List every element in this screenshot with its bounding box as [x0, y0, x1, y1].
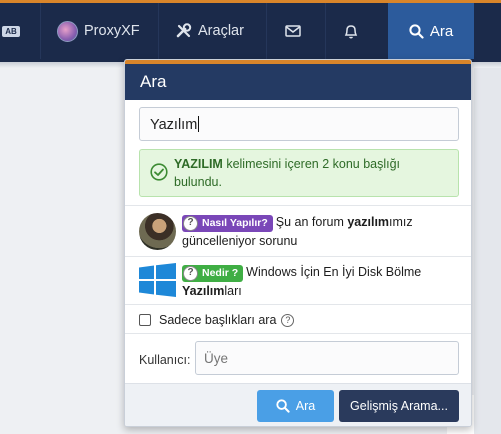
mail-icon — [285, 25, 301, 37]
advanced-search-label: Gelişmiş Arama... — [350, 399, 448, 413]
thread-title-highlight: Yazılım — [182, 283, 225, 298]
prefix-label: Nedir ? — [202, 267, 239, 279]
panel-footer: Ara Gelişmiş Arama... — [125, 383, 471, 426]
search-submit-button[interactable]: Ara — [257, 390, 334, 422]
prefix-label: Nasıl Yapılır? — [202, 217, 268, 229]
tools-icon — [176, 23, 192, 38]
result-notice: YAZILIM kelimesini içeren 2 konu başlığı… — [139, 149, 459, 197]
user-menu[interactable]: ProxyXF — [57, 3, 140, 59]
search-nav-label: Ara — [429, 22, 454, 40]
thread-title-before: Windows İçin En İyi Disk Bölme — [246, 265, 422, 279]
messages-button[interactable] — [285, 3, 301, 59]
tools-label: Araçlar — [198, 23, 244, 39]
thread-title: ? Nedir ? Windows İçin En İyi Disk Bölme Y… — [182, 263, 462, 300]
divider — [125, 304, 471, 305]
search-dropdown: Ara Yazılım YAZILIM kelimesini içeren 2 … — [124, 59, 472, 427]
titles-only-option[interactable]: Sadece başlıkları ara ? — [139, 313, 295, 327]
user-name: ProxyXF — [84, 23, 140, 39]
divider — [125, 256, 471, 257]
question-icon: ? — [183, 215, 198, 231]
thread-title-highlight: yazılım — [347, 215, 390, 229]
thread-title-before: Şu an forum — [275, 215, 348, 229]
divider — [125, 333, 471, 334]
question-icon: ? — [183, 265, 198, 281]
search-input[interactable]: Yazılım — [139, 107, 459, 141]
brand-link[interactable]: AB — [0, 3, 24, 59]
help-icon[interactable]: ? — [281, 313, 295, 327]
brand-icon: AB — [2, 25, 20, 37]
titles-only-label: Sadece başlıkları ara — [159, 313, 277, 327]
thread-title: ? Nasıl Yapılır? Şu an forum yazılımımız g… — [182, 213, 462, 250]
nav-separator — [325, 3, 326, 59]
page-background-strip — [474, 68, 501, 434]
result-keyword: YAZILIM — [174, 157, 223, 171]
bell-icon — [344, 24, 358, 38]
alerts-button[interactable] — [344, 3, 358, 59]
member-input[interactable] — [195, 341, 459, 375]
search-submit-label: Ara — [295, 399, 316, 413]
thread-title-after: ları — [224, 283, 242, 298]
panel-title: Ara — [125, 64, 471, 100]
search-icon — [409, 23, 424, 39]
prefix-badge: ? Nasıl Yapılır? — [182, 214, 273, 232]
titles-only-checkbox[interactable] — [139, 314, 151, 326]
nav-separator — [40, 3, 41, 59]
avatar — [57, 20, 78, 42]
nav-separator — [158, 3, 159, 59]
text-caret — [198, 116, 200, 132]
search-icon — [276, 399, 290, 413]
check-circle-icon — [150, 163, 168, 181]
tools-menu[interactable]: Araçlar — [176, 3, 244, 59]
search-input-value: Yazılım — [150, 117, 198, 133]
nav-separator — [266, 3, 267, 59]
advanced-search-button[interactable]: Gelişmiş Arama... — [339, 390, 459, 422]
user-field-label: Kullanıcı: — [139, 353, 191, 367]
search-nav-button[interactable]: Ara — [388, 3, 474, 59]
divider — [125, 205, 471, 206]
thread-avatar — [139, 213, 176, 250]
prefix-badge: ? Nedir ? — [182, 264, 244, 282]
windows-logo-icon — [139, 263, 176, 297]
